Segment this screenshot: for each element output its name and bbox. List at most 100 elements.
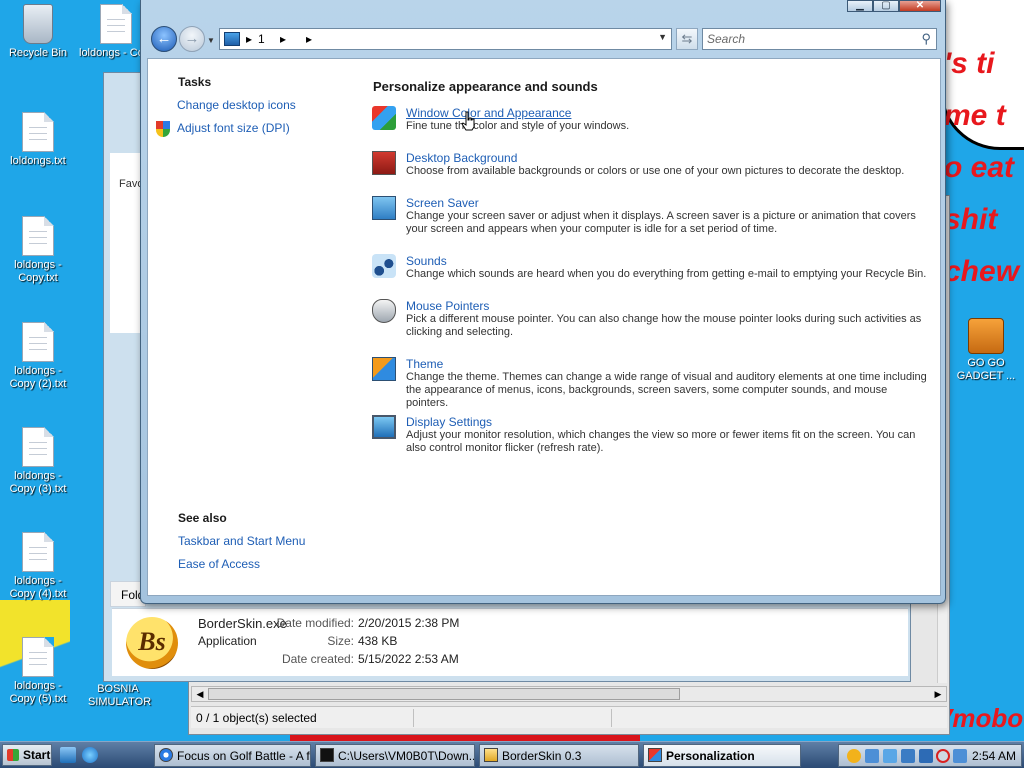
change-desktop-icons-link[interactable]: Change desktop icons [177, 98, 296, 112]
desktop-icon-loldongs-copy[interactable]: loldongs - Copy.txt [0, 216, 76, 285]
chrome-icon [159, 748, 173, 762]
taskbar-button-borderskin[interactable]: BorderSkin 0.3 [479, 744, 639, 767]
text-file-icon [100, 4, 132, 44]
details-pane: Bs BorderSkin.exe Application Date modif… [112, 608, 908, 676]
document-icon[interactable] [865, 749, 879, 763]
see-also-heading: See also [178, 511, 227, 525]
start-button[interactable]: Start [2, 744, 52, 766]
desktop-icon-loldongs-copy-4[interactable]: loldongs - Copy (4).txt [0, 532, 76, 601]
breadcrumb-separator-icon[interactable]: ▸ [306, 32, 312, 46]
window-color-appearance-item[interactable]: Window Color and Appearance Fine tune th… [372, 106, 932, 136]
recycle-bin-icon [23, 4, 53, 44]
back-button[interactable]: ← [151, 26, 177, 52]
tasks-heading: Tasks [178, 75, 212, 89]
scroll-right-icon[interactable]: ▶ [931, 688, 945, 700]
desktop-background-link[interactable]: Desktop Background [406, 151, 517, 165]
horizontal-scrollbar[interactable]: ◀ ▶ [191, 686, 947, 702]
taskbar-start-menu-link[interactable]: Taskbar and Start Menu [178, 534, 305, 548]
taskbar: Start Focus on Golf Battle - A fr... C:\… [0, 741, 1024, 768]
sounds-item[interactable]: Sounds Change which sounds are heard whe… [372, 254, 932, 284]
navigation-bar: ← → ▼ ▸ 1 ▸ ▸ ▼ ⇆ ⚲ [149, 26, 939, 54]
desktop-icon-label: BOSNIA SIMULATOR [88, 683, 152, 708]
file-type: Application [198, 634, 257, 648]
sounds-link[interactable]: Sounds [406, 254, 447, 268]
status-divider [413, 709, 414, 727]
taskbar-button-golf-battle[interactable]: Focus on Golf Battle - A fr... [154, 744, 311, 767]
item-description: Change the theme. Themes can change a wi… [406, 371, 927, 409]
forward-button[interactable]: → [179, 26, 205, 52]
ease-of-access-link[interactable]: Ease of Access [178, 557, 260, 571]
desktop-icon-recycle-bin[interactable]: Recycle Bin [0, 4, 76, 60]
minimize-button[interactable]: ▁ [847, 0, 873, 12]
breadcrumb-item[interactable]: 1 [258, 32, 265, 46]
system-tray: 2:54 AM [838, 744, 1022, 767]
network-icon[interactable] [919, 749, 933, 763]
display-settings-item[interactable]: Display Settings Adjust your monitor res… [372, 415, 932, 459]
desktop-icon-loldongs-copy-2[interactable]: loldongs - Copy (2).txt [0, 322, 76, 391]
scroll-left-icon[interactable]: ◀ [193, 688, 207, 700]
created-value: 5/15/2022 2:53 AM [358, 652, 459, 666]
color-palette-icon [372, 106, 396, 130]
task-pane: Tasks Change desktop icons Adjust font s… [148, 59, 358, 595]
desktop-icon-label: loldongs - Copy (4).txt [9, 575, 67, 600]
item-description: Fine tune the color and style of your wi… [406, 120, 630, 132]
clock[interactable]: 2:54 AM [972, 749, 1016, 763]
taskbar-button-label: BorderSkin 0.3 [502, 749, 582, 763]
taskbar-button-personalization[interactable]: Personalization [643, 744, 801, 767]
internet-explorer-icon[interactable] [82, 747, 98, 763]
tray-app-icon[interactable] [901, 749, 915, 763]
recent-pages-dropdown-icon[interactable]: ▼ [207, 36, 215, 45]
theme-link[interactable]: Theme [406, 357, 443, 371]
breadcrumb-separator-icon[interactable]: ▸ [246, 32, 252, 46]
volume-muted-icon[interactable] [936, 749, 950, 763]
theme-icon [372, 357, 396, 381]
text-file-icon [22, 637, 54, 677]
size-value: 438 KB [358, 634, 398, 648]
refresh-button[interactable]: ⇆ [676, 28, 698, 50]
desktop-background-icon [372, 151, 396, 175]
item-description: Pick a different mouse pointer. You can … [406, 313, 922, 338]
desktop-icon-label: loldongs - Copy (2).txt [9, 365, 67, 390]
adjust-font-size-link[interactable]: Adjust font size (DPI) [177, 121, 290, 135]
scrollbar-thumb[interactable] [208, 688, 680, 700]
page-title: Personalize appearance and sounds [373, 79, 598, 94]
desktop-icon-loldongs-copy-5[interactable]: loldongs - Copy (5).txt [0, 637, 76, 706]
desktop-icon-label: Recycle Bin [8, 47, 68, 59]
display-settings-icon [372, 415, 396, 439]
taskbar-button-7zip[interactable]: C:\Users\VM0B0T\Down... [315, 744, 475, 767]
search-icon[interactable]: ⚲ [921, 31, 931, 47]
mouse-pointers-item[interactable]: Mouse Pointers Pick a different mouse po… [372, 299, 932, 343]
address-dropdown-icon[interactable]: ▼ [658, 32, 667, 42]
personalization-window[interactable]: ▁ ▢ ✕ ← → ▼ ▸ 1 ▸ ▸ ▼ ⇆ ⚲ Tasks Change d… [140, 0, 946, 604]
breadcrumb-separator-icon[interactable]: ▸ [280, 32, 286, 46]
text-file-icon [22, 532, 54, 572]
address-bar[interactable]: ▸ 1 ▸ ▸ ▼ [219, 28, 672, 50]
modified-label: Date modified: [276, 616, 354, 630]
display-settings-link[interactable]: Display Settings [406, 415, 492, 429]
item-description: Adjust your monitor resolution, which ch… [406, 429, 916, 454]
maximize-button[interactable]: ▢ [873, 0, 899, 12]
tray-app-icon[interactable] [953, 749, 967, 763]
screen-saver-item[interactable]: Screen Saver Change your screen saver or… [372, 196, 932, 240]
desktop-icon-go-go-gadget[interactable]: GO GO GADGET ... [948, 318, 1024, 383]
text-file-icon [22, 427, 54, 467]
desktop-background-item[interactable]: Desktop Background Choose from available… [372, 151, 932, 181]
desktop-icon-bosnia-simulator[interactable]: BOSNIA SIMULATOR [78, 683, 158, 709]
desktop-icon-loldongs-copy-3[interactable]: loldongs - Copy (3).txt [0, 427, 76, 496]
taskbar-button-label: Personalization [666, 749, 755, 763]
theme-item[interactable]: Theme Change the theme. Themes can chang… [372, 357, 932, 409]
show-desktop-icon[interactable] [60, 747, 76, 763]
text-file-icon [22, 216, 54, 256]
desktop-icon-loldongs[interactable]: loldongs.txt [0, 112, 76, 168]
mouse-pointers-link[interactable]: Mouse Pointers [406, 299, 489, 313]
folder-icon [484, 748, 498, 762]
status-divider [611, 709, 612, 727]
borderskin-logo-text: Bs [138, 627, 166, 656]
tray-app-icon[interactable] [883, 749, 897, 763]
bitcoin-icon[interactable] [847, 749, 861, 763]
window-color-appearance-link[interactable]: Window Color and Appearance [406, 106, 571, 120]
search-box[interactable]: ⚲ [702, 28, 937, 50]
close-button[interactable]: ✕ [899, 0, 941, 12]
screen-saver-link[interactable]: Screen Saver [406, 196, 479, 210]
search-input[interactable] [707, 31, 907, 47]
